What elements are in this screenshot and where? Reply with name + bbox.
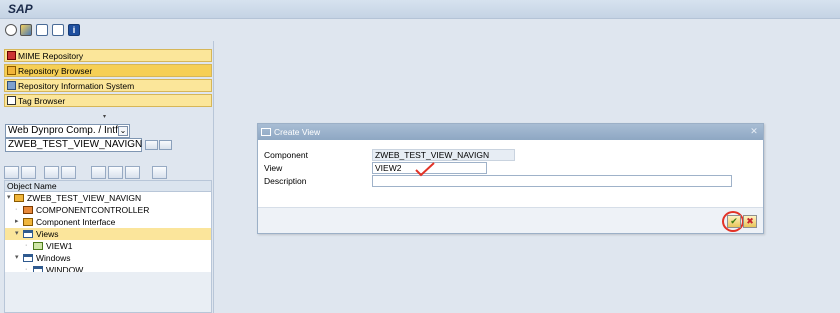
tree-label: Views xyxy=(36,229,59,239)
splitter-arrow-icon: ▾ xyxy=(103,114,107,120)
tree-row-windows[interactable]: ▾ Windows xyxy=(5,252,211,264)
tree-label: ZWEB_TEST_VIEW_NAVIGN xyxy=(27,193,142,203)
mime-icon xyxy=(7,51,16,60)
tree-empty-area xyxy=(5,272,211,312)
expander-icon[interactable]: ▾ xyxy=(15,252,19,264)
view-label: View xyxy=(264,163,283,173)
tree-row-view1[interactable]: · VIEW1 xyxy=(5,240,211,252)
create-icon xyxy=(261,128,271,136)
nav-tag-browser[interactable]: Tag Browser xyxy=(4,94,212,107)
repo-info-icon xyxy=(7,81,16,90)
tree-row-views[interactable]: ▾ Views xyxy=(5,228,211,240)
refresh-icon[interactable] xyxy=(125,166,140,179)
down-hierarchy-icon[interactable] xyxy=(61,166,76,179)
tree-row-componentcontroller[interactable]: · COMPONENTCONTROLLER xyxy=(5,204,211,216)
nav-label: MIME Repository xyxy=(18,50,84,61)
navigation-area: MIME Repository Repository Browser Repos… xyxy=(0,41,214,313)
splitter-handle[interactable]: ▾ xyxy=(0,112,214,120)
display-button[interactable] xyxy=(159,140,172,150)
dialog-title: Create View xyxy=(274,127,321,137)
up-hierarchy-icon[interactable] xyxy=(44,166,59,179)
close-icon[interactable]: ✕ xyxy=(749,127,759,137)
nav-label: Repository Information System xyxy=(18,80,135,91)
object-name-value: ZWEB_TEST_VIEW_NAVIGN xyxy=(8,139,143,150)
expander-icon[interactable]: ▸ xyxy=(15,216,19,228)
structure-icon[interactable] xyxy=(91,166,106,179)
object-tree: Object Name ▾ ZWEB_TEST_VIEW_NAVIGN · CO… xyxy=(4,180,212,313)
dialog-footer: ✔ ✖ xyxy=(258,207,763,233)
object-type-select[interactable]: Web Dynpro Comp. / Intf. ⌄ xyxy=(5,124,130,138)
annotation-checkmark-icon xyxy=(415,162,435,177)
tree-label: Windows xyxy=(36,253,71,263)
nav-label: Tag Browser xyxy=(18,95,66,106)
info-icon[interactable]: i xyxy=(68,24,80,36)
expander-icon[interactable]: ▾ xyxy=(7,192,11,204)
description-label: Description xyxy=(264,176,307,186)
folder-icon xyxy=(23,254,33,262)
component-icon xyxy=(14,194,24,202)
component-label: Component xyxy=(264,150,308,160)
interface-icon xyxy=(23,218,33,226)
view-icon xyxy=(33,242,43,250)
tree-label: Component Interface xyxy=(36,217,116,227)
expand-icon[interactable] xyxy=(108,166,123,179)
tree-label: COMPONENTCONTROLLER xyxy=(36,205,150,215)
tree-row-component-interface[interactable]: ▸ Component Interface xyxy=(5,216,211,228)
continue-button[interactable]: ✔ xyxy=(727,215,741,228)
nav-repository-browser[interactable]: Repository Browser xyxy=(4,64,212,77)
controller-icon xyxy=(23,206,33,214)
cancel-button[interactable]: ✖ xyxy=(743,215,757,228)
app-title: SAP xyxy=(8,2,33,16)
tag-browser-icon xyxy=(7,96,16,105)
field-row-component: Component ZWEB_TEST_VIEW_NAVIGN xyxy=(258,149,763,161)
nav-mime-repository[interactable]: MIME Repository xyxy=(4,49,212,62)
expander-icon: · xyxy=(15,206,18,213)
object-list-icon[interactable] xyxy=(36,24,48,36)
back-arrow-icon[interactable] xyxy=(4,166,19,179)
object-type-value: Web Dynpro Comp. / Intf. xyxy=(8,125,121,136)
dialog-title-bar: Create View ✕ xyxy=(258,124,763,140)
chevron-down-icon[interactable]: ⌄ xyxy=(118,126,128,136)
dialog-body: Component ZWEB_TEST_VIEW_NAVIGN View VIE… xyxy=(258,140,763,233)
field-row-view: View VIEW2 xyxy=(258,162,763,174)
forward-arrow-icon[interactable] xyxy=(21,166,36,179)
tree-row-component[interactable]: ▾ ZWEB_TEST_VIEW_NAVIGN xyxy=(5,192,211,204)
title-bar: SAP xyxy=(0,0,840,19)
expander-icon: · xyxy=(25,242,28,249)
nav-repository-information-system[interactable]: Repository Information System xyxy=(4,79,212,92)
create-view-dialog: Create View ✕ Component ZWEB_TEST_VIEW_N… xyxy=(257,123,764,234)
expander-icon[interactable]: ▾ xyxy=(15,228,19,240)
component-field: ZWEB_TEST_VIEW_NAVIGN xyxy=(372,149,515,161)
field-row-description: Description xyxy=(258,175,763,187)
application-toolbar: i xyxy=(0,19,840,41)
close-tree-icon[interactable] xyxy=(152,166,167,179)
transaction-icon[interactable] xyxy=(5,24,17,36)
nav-label: Repository Browser xyxy=(18,65,93,76)
repository-browser-icon xyxy=(7,66,16,75)
folder-icon xyxy=(23,230,33,238)
settings-icon[interactable] xyxy=(52,24,64,36)
object-name-input[interactable]: ZWEB_TEST_VIEW_NAVIGN xyxy=(5,138,142,152)
tree-label: VIEW1 xyxy=(46,241,73,251)
dropdown-button[interactable] xyxy=(145,140,158,150)
tree-header: Object Name xyxy=(5,181,211,192)
display-icon[interactable] xyxy=(20,24,32,36)
